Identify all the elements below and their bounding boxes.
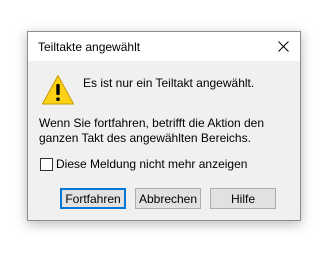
dialog-title: Teiltakte angewählt bbox=[38, 40, 141, 54]
close-button[interactable] bbox=[266, 32, 300, 61]
dont-show-again-option[interactable]: Diese Meldung nicht mehr anzeigen bbox=[40, 157, 247, 171]
dont-show-again-checkbox[interactable] bbox=[40, 157, 53, 171]
warning-icon bbox=[42, 75, 74, 105]
continue-button[interactable]: Fortfahren bbox=[60, 188, 126, 209]
warning-dialog: Teiltakte angewählt Es ist nur ein Teilt… bbox=[27, 31, 301, 221]
cancel-button[interactable]: Abbrechen bbox=[135, 188, 201, 209]
detail-message: Wenn Sie fortfahren, betrifft die Aktion… bbox=[39, 116, 265, 145]
close-icon bbox=[277, 41, 289, 52]
dont-show-again-label: Diese Meldung nicht mehr anzeigen bbox=[56, 157, 248, 171]
title-bar: Teiltakte angewählt bbox=[28, 32, 300, 61]
help-button[interactable]: Hilfe bbox=[210, 188, 276, 209]
main-message: Es ist nur ein Teiltakt angewählt. bbox=[83, 76, 255, 90]
